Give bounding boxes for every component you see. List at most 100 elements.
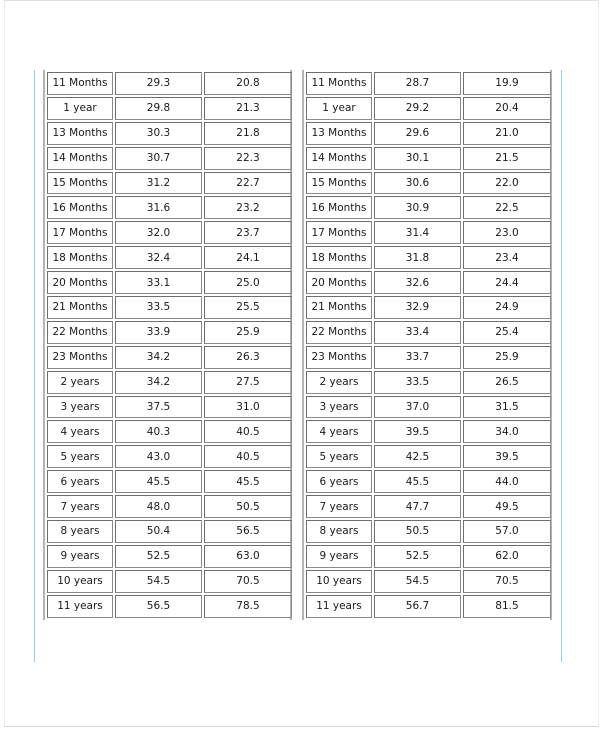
table-row: 18 Months 31.8 23.4 — [306, 246, 551, 270]
age-cell: 11 years — [47, 594, 113, 618]
age-cell: 2 years — [47, 370, 113, 394]
table-row: 14 Months 30.7 22.3 — [47, 146, 292, 170]
value1-cell: 33.1 — [115, 271, 202, 295]
value2-cell: 62.0 — [463, 544, 551, 568]
age-cell: 16 Months — [306, 196, 372, 220]
table-row: 9 years 52.5 63.0 — [47, 544, 292, 568]
table-row: 8 years 50.5 57.0 — [306, 520, 551, 543]
age-cell: 22 Months — [306, 320, 372, 344]
age-cell: 5 years — [47, 445, 113, 469]
table-row: 13 Months 30.3 21.8 — [47, 121, 292, 145]
value2-cell: 24.4 — [463, 271, 551, 295]
value1-cell: 52.5 — [374, 544, 461, 568]
value2-cell: 22.0 — [463, 171, 551, 195]
table-row: 23 Months 34.2 26.3 — [47, 345, 292, 369]
table-row: 9 years 52.5 62.0 — [306, 544, 551, 568]
value2-cell: 56.5 — [204, 520, 292, 543]
value1-cell: 54.5 — [115, 569, 202, 593]
table-row: 11 Months 29.3 20.8 — [47, 72, 292, 95]
table-row: 22 Months 33.9 25.9 — [47, 320, 292, 344]
table-row: 15 Months 30.6 22.0 — [306, 171, 551, 195]
table-row: 7 years 47.7 49.5 — [306, 495, 551, 519]
table-row: 22 Months 33.4 25.4 — [306, 320, 551, 344]
value2-cell: 25.9 — [463, 345, 551, 369]
age-cell: 11 Months — [306, 72, 372, 95]
table-right: 11 Months 28.7 19.9 1 year 29.2 20.4 13 Months… — [304, 70, 553, 620]
table-row: 6 years 45.5 44.0 — [306, 470, 551, 494]
table-row: 11 years 56.5 78.5 — [47, 594, 292, 618]
value1-cell: 30.6 — [374, 171, 461, 195]
value2-cell: 49.5 — [463, 495, 551, 519]
age-cell: 9 years — [47, 544, 113, 568]
table-row: 13 Months 29.6 21.0 — [306, 121, 551, 145]
value1-cell: 52.5 — [115, 544, 202, 568]
value2-cell: 20.4 — [463, 96, 551, 120]
age-cell: 14 Months — [306, 146, 372, 170]
value1-cell: 50.5 — [374, 520, 461, 543]
age-cell: 21 Months — [47, 296, 113, 319]
value1-cell: 32.4 — [115, 246, 202, 270]
value1-cell: 30.1 — [374, 146, 461, 170]
value2-cell: 22.7 — [204, 171, 292, 195]
value2-cell: 23.4 — [463, 246, 551, 270]
table-row: 14 Months 30.1 21.5 — [306, 146, 551, 170]
table-row: 10 years 54.5 70.5 — [47, 569, 292, 593]
value2-cell: 26.3 — [204, 345, 292, 369]
value2-cell: 34.0 — [463, 420, 551, 444]
age-cell: 3 years — [306, 395, 372, 419]
value2-cell: 40.5 — [204, 420, 292, 444]
age-cell: 18 Months — [47, 246, 113, 270]
value1-cell: 31.4 — [374, 221, 461, 245]
age-cell: 10 years — [306, 569, 372, 593]
value1-cell: 47.7 — [374, 495, 461, 519]
value2-cell: 19.9 — [463, 72, 551, 95]
age-cell: 3 years — [47, 395, 113, 419]
value1-cell: 31.2 — [115, 171, 202, 195]
age-cell: 6 years — [306, 470, 372, 494]
value1-cell: 43.0 — [115, 445, 202, 469]
age-cell: 21 Months — [306, 296, 372, 319]
age-cell: 20 Months — [47, 271, 113, 295]
value1-cell: 45.5 — [374, 470, 461, 494]
table-row: 4 years 40.3 40.5 — [47, 420, 292, 444]
table-row: 16 Months 30.9 22.5 — [306, 196, 551, 220]
value1-cell: 40.3 — [115, 420, 202, 444]
table-row: 2 years 33.5 26.5 — [306, 370, 551, 394]
value2-cell: 31.5 — [463, 395, 551, 419]
age-cell: 14 Months — [47, 146, 113, 170]
age-cell: 8 years — [306, 520, 372, 543]
value2-cell: 57.0 — [463, 520, 551, 543]
age-cell: 11 Months — [47, 72, 113, 95]
age-cell: 9 years — [306, 544, 372, 568]
value1-cell: 54.5 — [374, 569, 461, 593]
age-cell: 11 years — [306, 594, 372, 618]
growth-table-left: 11 Months 29.3 20.8 1 year 29.8 21.3 13 Months… — [43, 70, 292, 620]
value1-cell: 31.8 — [374, 246, 461, 270]
value2-cell: 39.5 — [463, 445, 551, 469]
table-row: 3 years 37.5 31.0 — [47, 395, 292, 419]
value1-cell: 30.7 — [115, 146, 202, 170]
value1-cell: 50.4 — [115, 520, 202, 543]
right-margin-rule — [561, 70, 562, 662]
value2-cell: 81.5 — [463, 594, 551, 618]
age-cell: 10 years — [47, 569, 113, 593]
value2-cell: 23.7 — [204, 221, 292, 245]
value1-cell: 29.8 — [115, 96, 202, 120]
value2-cell: 21.0 — [463, 121, 551, 145]
value1-cell: 29.6 — [374, 121, 461, 145]
age-cell: 18 Months — [306, 246, 372, 270]
value2-cell: 70.5 — [204, 569, 292, 593]
table-row: 21 Months 33.5 25.5 — [47, 296, 292, 319]
value2-cell: 23.0 — [463, 221, 551, 245]
table-row: 11 Months 28.7 19.9 — [306, 72, 551, 95]
value2-cell: 50.5 — [204, 495, 292, 519]
value2-cell: 21.5 — [463, 146, 551, 170]
table-row: 20 Months 32.6 24.4 — [306, 271, 551, 295]
table-row: 1 year 29.8 21.3 — [47, 96, 292, 120]
age-cell: 2 years — [306, 370, 372, 394]
table-row: 5 years 42.5 39.5 — [306, 445, 551, 469]
value2-cell: 25.4 — [463, 320, 551, 344]
value2-cell: 25.0 — [204, 271, 292, 295]
value2-cell: 40.5 — [204, 445, 292, 469]
value1-cell: 32.9 — [374, 296, 461, 319]
